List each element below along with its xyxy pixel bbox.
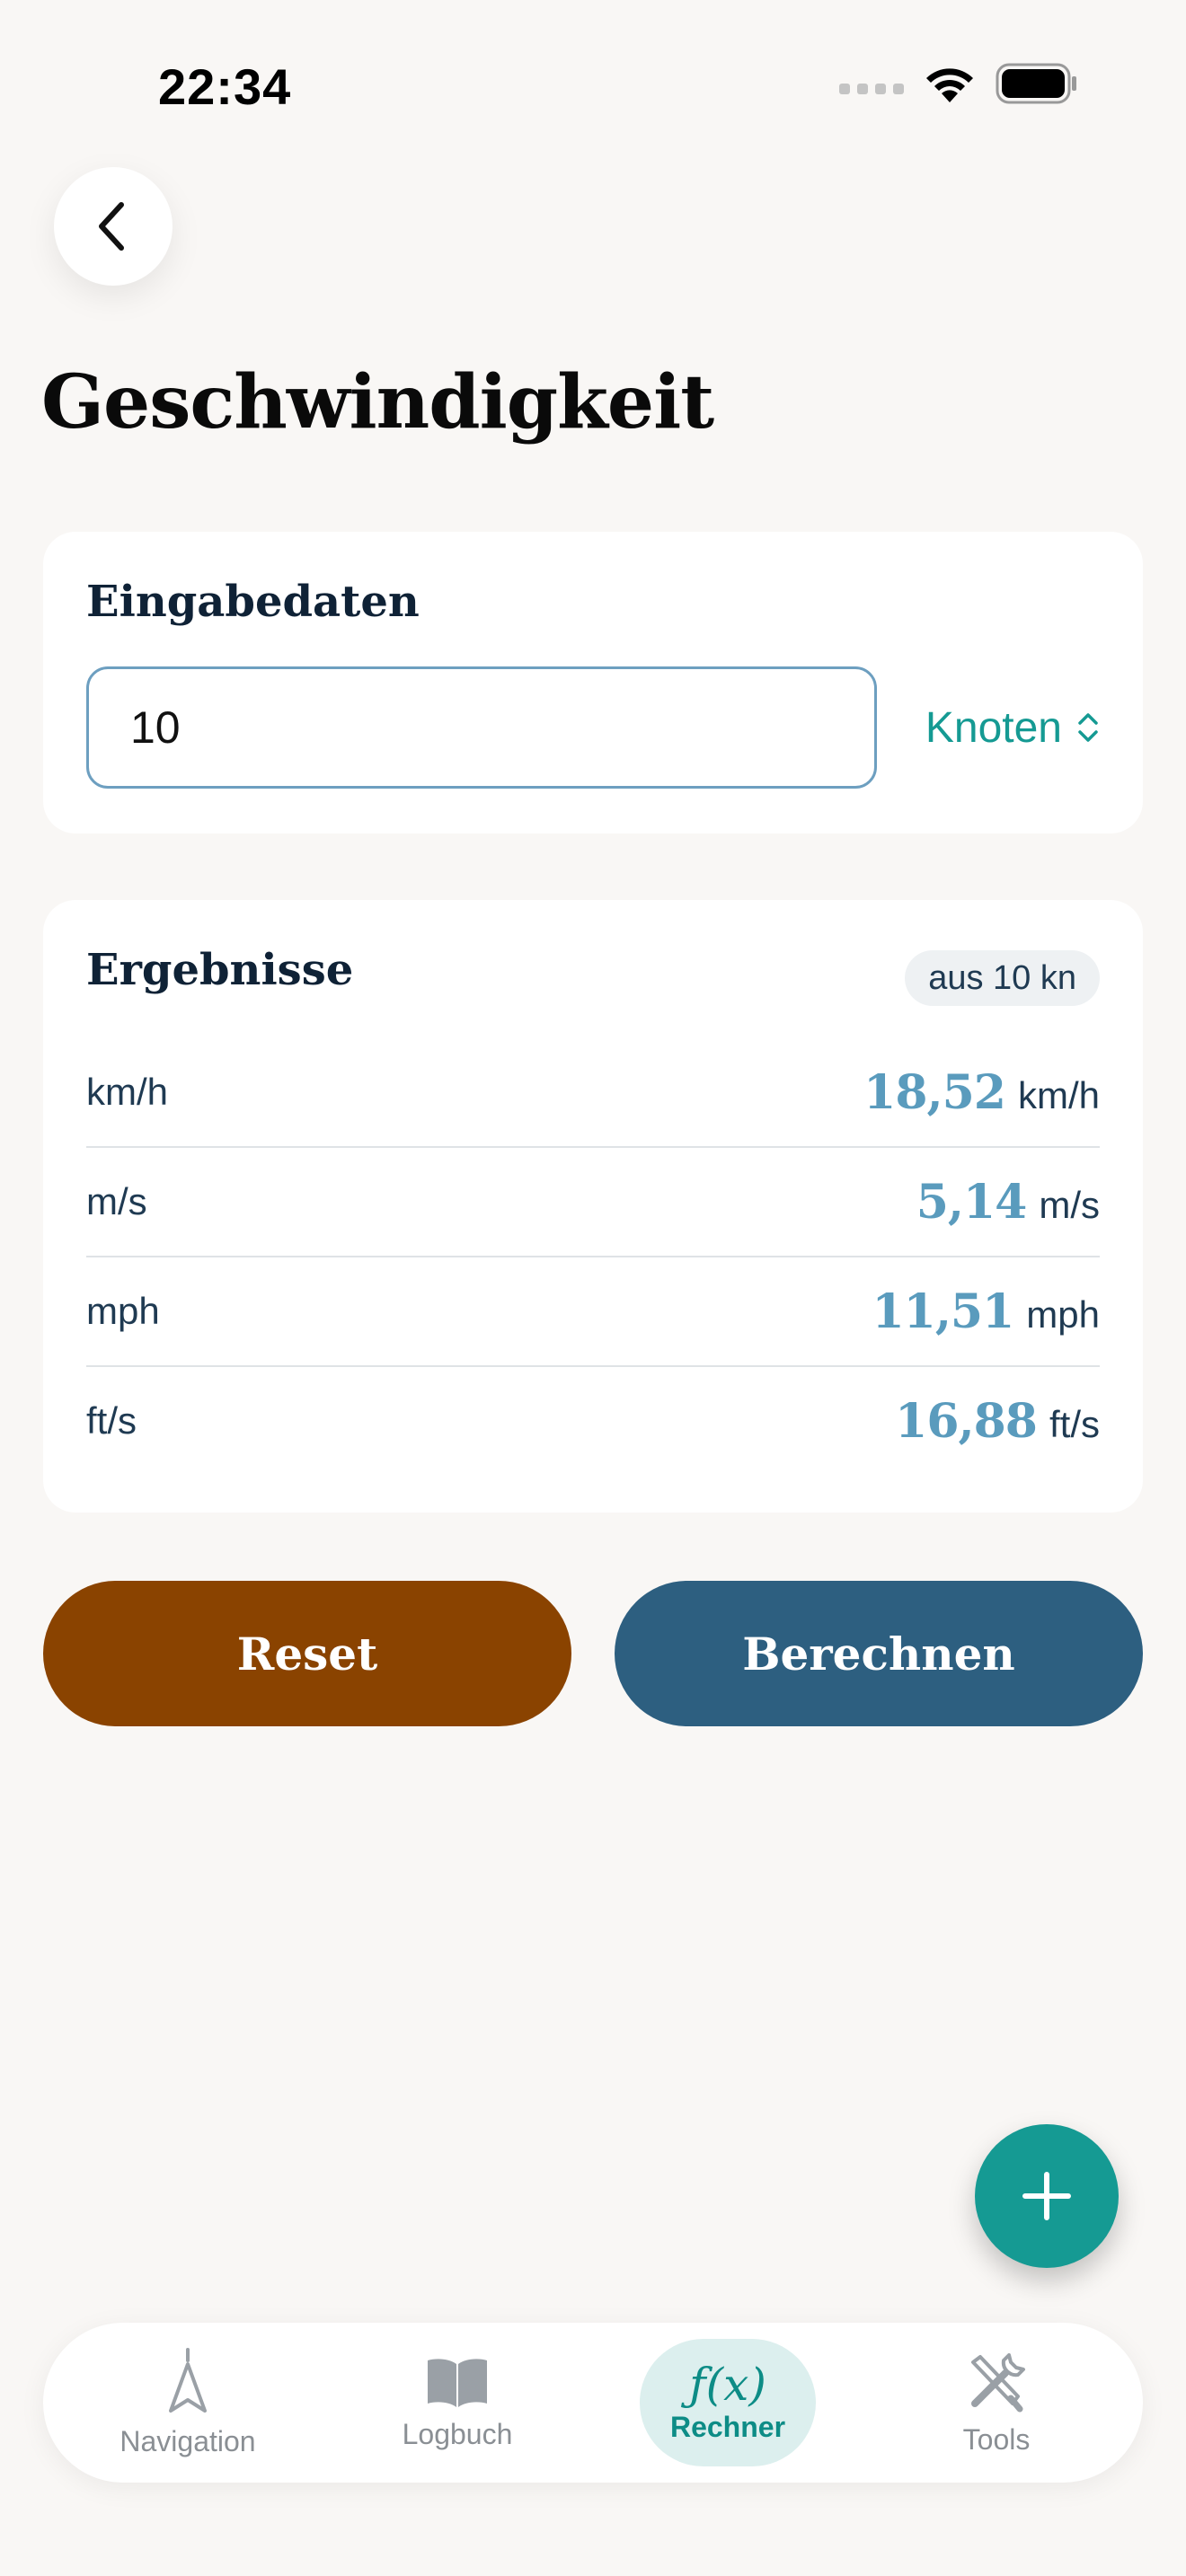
result-list: km/h 18,52 km/h m/s 5,14 m/s mph 11,51 m…	[86, 1038, 1100, 1475]
results-card-heading: Ergebnisse	[86, 945, 354, 995]
result-value: 11,51	[872, 1284, 1014, 1339]
page-title: Geschwindigkeit	[41, 359, 714, 446]
book-icon	[428, 2358, 487, 2407]
speed-value-input[interactable]	[86, 666, 877, 789]
result-unit: ft/s	[1049, 1402, 1100, 1445]
chevron-up-down-icon	[1078, 713, 1098, 742]
result-row: m/s 5,14 m/s	[86, 1148, 1100, 1257]
tab-calculator-label: Rechner	[669, 2410, 786, 2443]
chevron-left-icon	[99, 202, 124, 251]
result-label: ft/s	[86, 1399, 137, 1442]
input-card-heading: Eingabedaten	[86, 577, 420, 627]
battery-icon	[996, 63, 1078, 104]
tab-navigation[interactable]: Navigation	[98, 2323, 278, 2483]
result-row: mph 11,51 mph	[86, 1257, 1100, 1367]
plus-icon	[1022, 2172, 1071, 2220]
tab-logbook-label: Logbuch	[402, 2417, 513, 2450]
wifi-icon	[922, 63, 978, 104]
back-button[interactable]	[54, 167, 173, 286]
reset-button[interactable]: Reset	[43, 1581, 571, 1726]
input-card: Eingabedaten Knoten	[43, 532, 1143, 834]
result-row: ft/s 16,88 ft/s	[86, 1367, 1100, 1475]
result-value: 18,52	[863, 1064, 1006, 1120]
result-unit: mph	[1026, 1292, 1100, 1336]
cellular-signal-icon	[839, 84, 904, 94]
result-label: m/s	[86, 1180, 147, 1222]
result-row: km/h 18,52 km/h	[86, 1038, 1100, 1148]
status-time: 22:34	[158, 58, 292, 115]
status-icons	[839, 63, 1078, 104]
add-button[interactable]	[975, 2124, 1119, 2268]
tab-tools-label: Tools	[962, 2422, 1031, 2456]
tools-icon	[971, 2352, 1025, 2412]
tab-logbook[interactable]: Logbuch	[367, 2323, 547, 2483]
compass-arrow-icon	[169, 2347, 207, 2413]
unit-select[interactable]: Knoten	[925, 666, 1100, 789]
tab-tools[interactable]: Tools	[907, 2323, 1086, 2483]
result-value: 5,14	[916, 1174, 1028, 1230]
tab-calculator[interactable]: ƒ(x) Rechner	[640, 2339, 816, 2466]
source-badge: aus 10 kn	[905, 950, 1100, 1006]
calculate-button[interactable]: Berechnen	[615, 1581, 1143, 1726]
result-label: km/h	[86, 1071, 169, 1113]
results-card: Ergebnisse aus 10 kn km/h 18,52 km/h m/s…	[43, 900, 1143, 1513]
result-value: 16,88	[895, 1393, 1038, 1449]
function-icon: ƒ(x)	[689, 2358, 766, 2411]
status-bar: 22:34	[0, 0, 1186, 162]
result-label: mph	[86, 1290, 160, 1332]
tab-navigation-label: Navigation	[119, 2424, 256, 2457]
result-unit: km/h	[1017, 1073, 1100, 1116]
result-unit: m/s	[1039, 1183, 1100, 1226]
tab-bar: Navigation Logbuch ƒ(x) Rechner Tools	[43, 2323, 1143, 2483]
unit-select-label: Knoten	[925, 703, 1062, 752]
